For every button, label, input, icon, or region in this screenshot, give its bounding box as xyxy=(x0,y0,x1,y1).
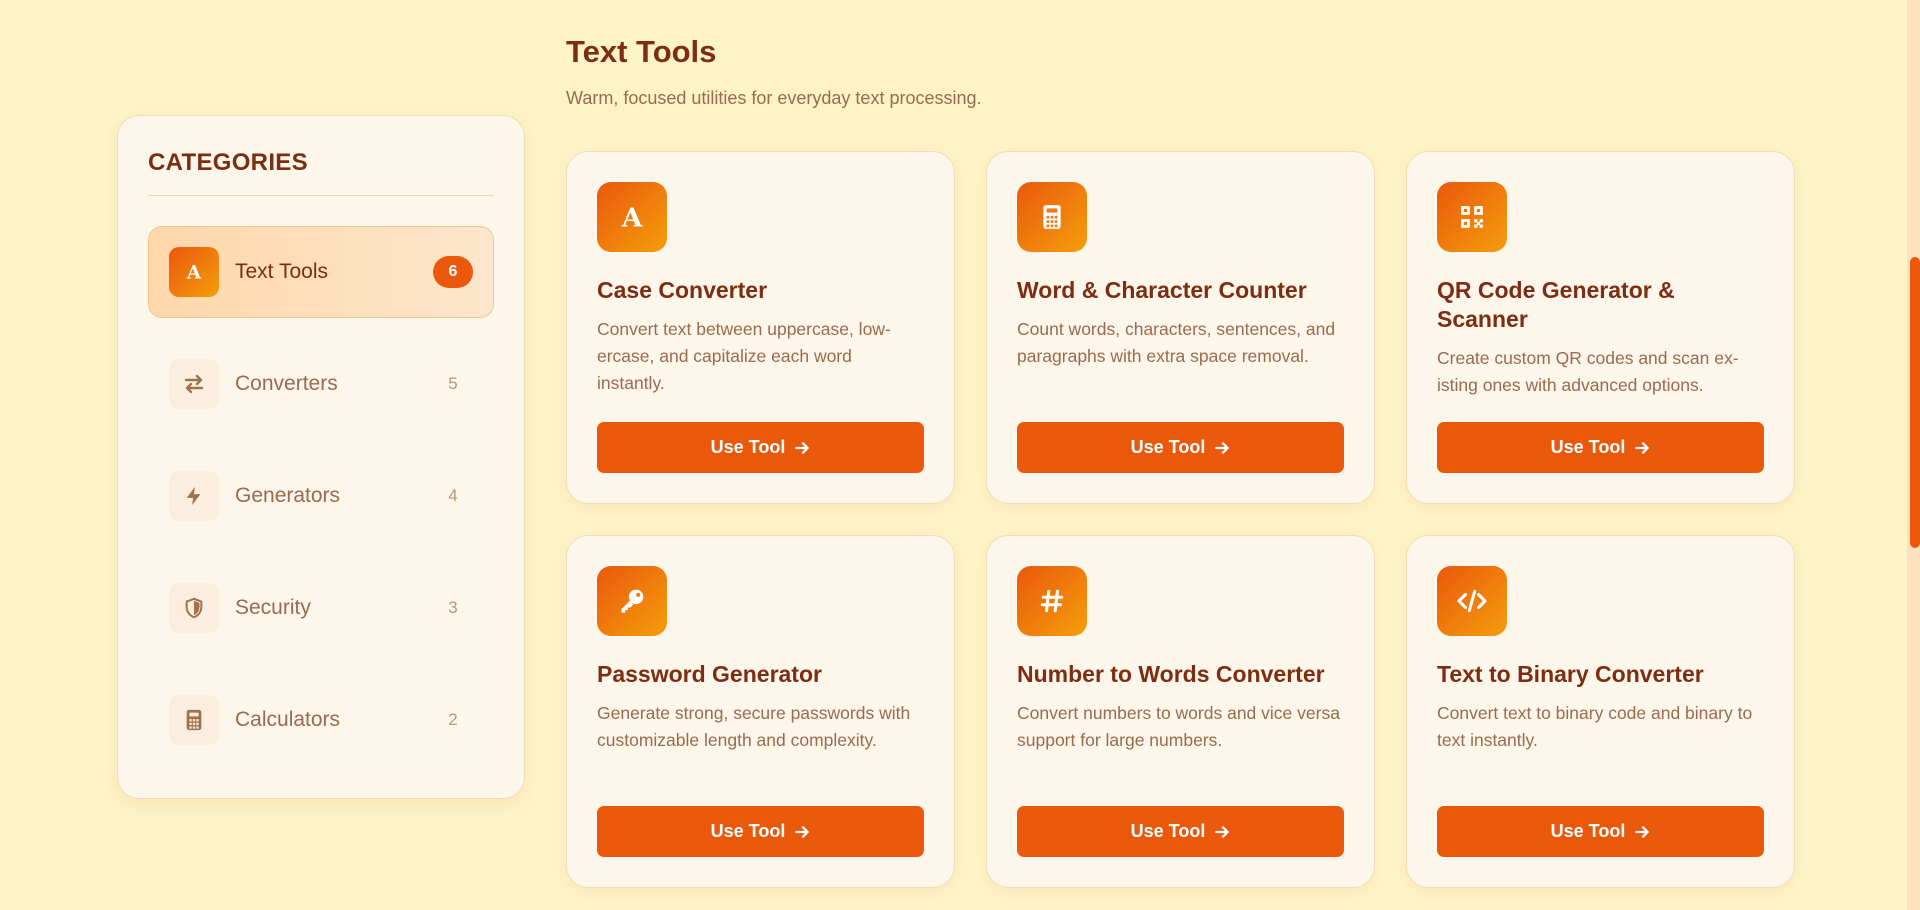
tool-title: Word & Character Counter xyxy=(1017,277,1307,303)
tool-description: Count words, characters, sentences, and … xyxy=(1017,319,1336,366)
sidebar-item-text-tools[interactable]: A Text Tools 6 xyxy=(148,226,494,318)
tool-card-word-counter: Word & Character Counter Count words, ch… xyxy=(986,151,1375,504)
use-tool-label: Use Tool xyxy=(1550,437,1626,457)
calculator-icon xyxy=(1017,182,1087,252)
tool-card-number-to-words: Number to Words Converter Convert number… xyxy=(986,535,1375,888)
calculator-icon xyxy=(169,695,219,745)
swap-arrows-icon xyxy=(169,359,219,409)
svg-text:A: A xyxy=(621,202,643,232)
arrow-right-icon xyxy=(1635,825,1650,839)
tool-description: Convert numbers to words and vice versa … xyxy=(1017,703,1340,750)
category-count: 5 xyxy=(448,374,458,393)
use-tool-button[interactable]: Use Tool xyxy=(1437,806,1764,857)
use-tool-label: Use Tool xyxy=(710,437,786,457)
tool-card-case-converter: A Case Converter Convert text between up… xyxy=(566,151,955,504)
lightning-bolt-icon xyxy=(169,471,219,521)
sidebar-item-generators[interactable]: Generators 4 xyxy=(148,450,494,542)
code-icon xyxy=(1437,566,1507,636)
use-tool-button[interactable]: Use Tool xyxy=(1437,422,1764,473)
svg-text:A: A xyxy=(186,262,202,283)
category-list: A Text Tools 6 Converters 5 Generators 4… xyxy=(148,226,494,766)
key-icon xyxy=(597,566,667,636)
category-count: 2 xyxy=(448,710,458,729)
sidebar-item-label: Generators xyxy=(235,484,341,507)
qr-code-icon xyxy=(1437,182,1507,252)
use-tool-button[interactable]: Use Tool xyxy=(1017,806,1344,857)
tool-description: Convert text to binary code and binary t… xyxy=(1437,703,1753,750)
sidebar-title: CATEGORIES xyxy=(148,149,308,176)
use-tool-label: Use Tool xyxy=(710,821,786,841)
sidebar-item-label: Text Tools xyxy=(235,260,328,283)
arrow-right-icon xyxy=(795,441,810,455)
sidebar-item-label: Security xyxy=(235,596,311,619)
sidebar-item-label: Converters xyxy=(235,372,338,395)
hash-icon xyxy=(1017,566,1087,636)
letter-a-icon: A xyxy=(169,247,219,297)
use-tool-button[interactable]: Use Tool xyxy=(597,806,924,857)
page-title: Text Tools xyxy=(566,34,717,69)
tool-title: Number to Words Converter xyxy=(1017,661,1325,687)
category-count: 4 xyxy=(448,486,458,505)
shield-icon xyxy=(169,583,219,633)
page-subtitle: Warm, focused utilities for everyday tex… xyxy=(566,88,982,108)
use-tool-button[interactable]: Use Tool xyxy=(597,422,924,473)
sidebar-divider xyxy=(148,195,494,196)
tool-card-password-generator: Password Generator Generate strong, secu… xyxy=(566,535,955,888)
letter-a-icon: A xyxy=(597,182,667,252)
use-tool-label: Use Tool xyxy=(1130,821,1206,841)
arrow-right-icon xyxy=(795,825,810,839)
sidebar-item-calculators[interactable]: Calculators 2 xyxy=(148,674,494,766)
tool-grid: A Case Converter Convert text between up… xyxy=(566,151,1795,888)
tool-description: Convert text between uppercase, low-erca… xyxy=(597,319,891,393)
arrow-right-icon xyxy=(1215,825,1230,839)
sidebar-item-converters[interactable]: Converters 5 xyxy=(148,338,494,430)
use-tool-label: Use Tool xyxy=(1130,437,1206,457)
scrollbar-thumb[interactable] xyxy=(1910,257,1920,548)
tool-title: Password Generator xyxy=(597,661,822,687)
category-count-badge: 6 xyxy=(433,256,473,288)
categories-sidebar: CATEGORIES A Text Tools 6 Converters 5 G… xyxy=(117,115,525,799)
tool-description: Create custom QR codes and scan ex-istin… xyxy=(1437,348,1739,395)
arrow-right-icon xyxy=(1215,441,1230,455)
use-tool-button[interactable]: Use Tool xyxy=(1017,422,1344,473)
tool-card-text-to-binary: Text to Binary Converter Convert text to… xyxy=(1406,535,1795,888)
tool-card-qr-code: QR Code Generator & Scanner Create custo… xyxy=(1406,151,1795,504)
tool-description: Generate strong, secure passwords with c… xyxy=(597,703,911,750)
sidebar-item-label: Calculators xyxy=(235,708,341,731)
tool-title: Case Converter xyxy=(597,277,768,303)
category-count: 3 xyxy=(448,598,458,617)
arrow-right-icon xyxy=(1635,441,1650,455)
use-tool-label: Use Tool xyxy=(1550,821,1626,841)
tool-title: Text to Binary Converter xyxy=(1437,661,1704,687)
tool-title: QR Code Generator & Scanner xyxy=(1437,277,1675,332)
sidebar-item-security[interactable]: Security 3 xyxy=(148,562,494,654)
